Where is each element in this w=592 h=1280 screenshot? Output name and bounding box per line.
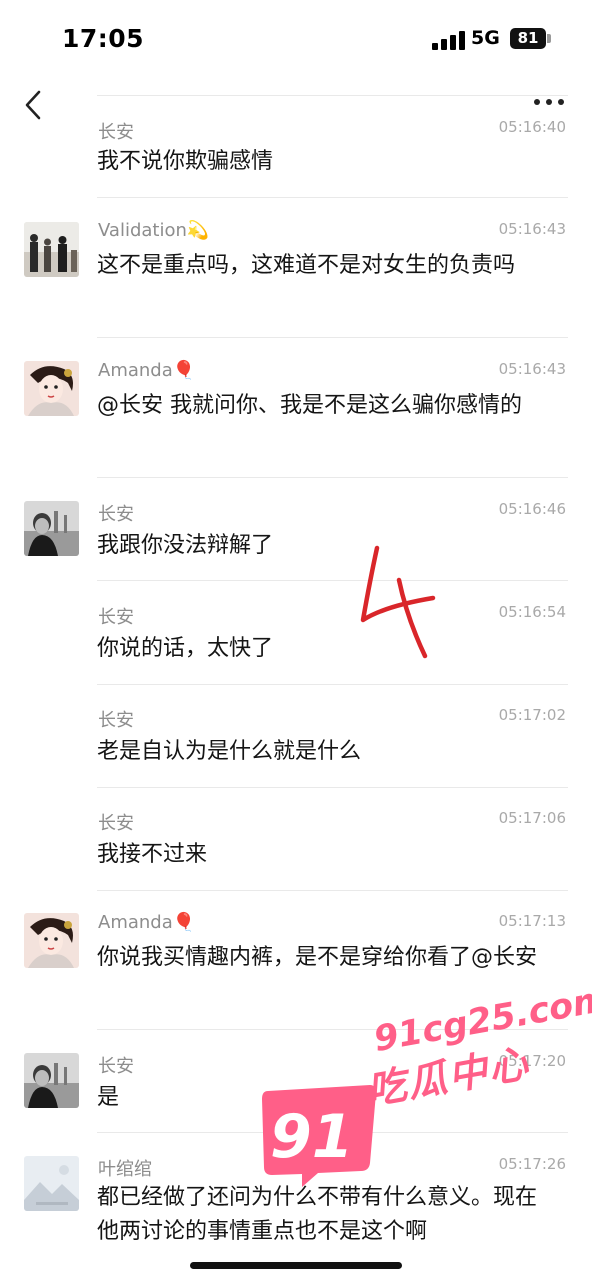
divider [97, 684, 568, 685]
chevron-left-icon [25, 90, 41, 120]
watermark-badge-text: 91 [270, 1102, 354, 1172]
avatar[interactable] [24, 913, 79, 968]
handwritten-number-annotation [360, 545, 436, 659]
message-text: 我不说你欺骗感情 [97, 149, 274, 174]
message-sender[interactable]: Amanda🎈 [98, 360, 195, 381]
divider [97, 477, 568, 478]
more-button[interactable] [532, 99, 566, 109]
message-sender[interactable]: 长安 [98, 706, 134, 732]
message-time: 05:16:54 [498, 603, 566, 621]
message-text: 你说的话，太快了 [97, 636, 274, 661]
battery-icon: 81 [510, 28, 546, 49]
message-sender[interactable]: Validation💫 [98, 220, 209, 241]
message-time: 05:17:13 [498, 912, 566, 930]
message-sender[interactable]: 长安 [98, 1052, 134, 1078]
message-time: 05:17:06 [498, 809, 566, 827]
message-sender[interactable]: 长安 [98, 809, 134, 835]
home-indicator[interactable] [190, 1262, 402, 1269]
message-time: 05:17:02 [498, 706, 566, 724]
message-text: 这不是重点吗，这难道不是对女生的负责吗 [97, 253, 516, 278]
avatar[interactable] [24, 1053, 79, 1108]
ellipsis-icon [534, 99, 540, 105]
battery-tip [547, 34, 551, 43]
message-time: 05:16:43 [498, 220, 566, 238]
divider [97, 890, 568, 891]
status-time: 17:05 [62, 24, 145, 53]
message-sender[interactable]: 叶绾绾 [98, 1155, 152, 1181]
message-text: 你说我买情趣内裤，是不是穿给你看了@长安 [97, 945, 538, 970]
network-type: 5G [471, 27, 500, 49]
message-sender[interactable]: 长安 [98, 603, 134, 629]
signal-icon [432, 30, 466, 50]
message-text: 我接不过来 [97, 842, 208, 867]
status-bar: 17:05 5G 81 [0, 0, 592, 80]
avatar[interactable] [24, 1156, 79, 1211]
message-sender[interactable]: 长安 [98, 500, 134, 526]
message-time: 05:16:43 [498, 360, 566, 378]
divider [97, 787, 568, 788]
back-button[interactable] [20, 88, 50, 122]
avatar[interactable] [24, 501, 79, 556]
divider [97, 580, 568, 581]
divider [97, 95, 568, 96]
message-text: 我跟你没法辩解了 [97, 533, 274, 558]
message-time: 05:16:40 [498, 118, 566, 136]
avatar[interactable] [24, 222, 79, 277]
message-sender[interactable]: 长安 [98, 118, 134, 144]
message-text: @长安 我就问你、我是不是这么骗你感情的 [97, 393, 522, 418]
message-text: 老是自认为是什么就是什么 [97, 739, 362, 764]
message-text: 都已经做了还问为什么不带有什么意义。现在他两讨论的事情重点也不是这个啊 [97, 1185, 538, 1244]
message-sender[interactable]: Amanda🎈 [98, 912, 195, 933]
message-time: 05:16:46 [498, 500, 566, 518]
divider [97, 197, 568, 198]
divider [97, 337, 568, 338]
avatar[interactable] [24, 361, 79, 416]
message-time: 05:17:26 [498, 1155, 566, 1173]
